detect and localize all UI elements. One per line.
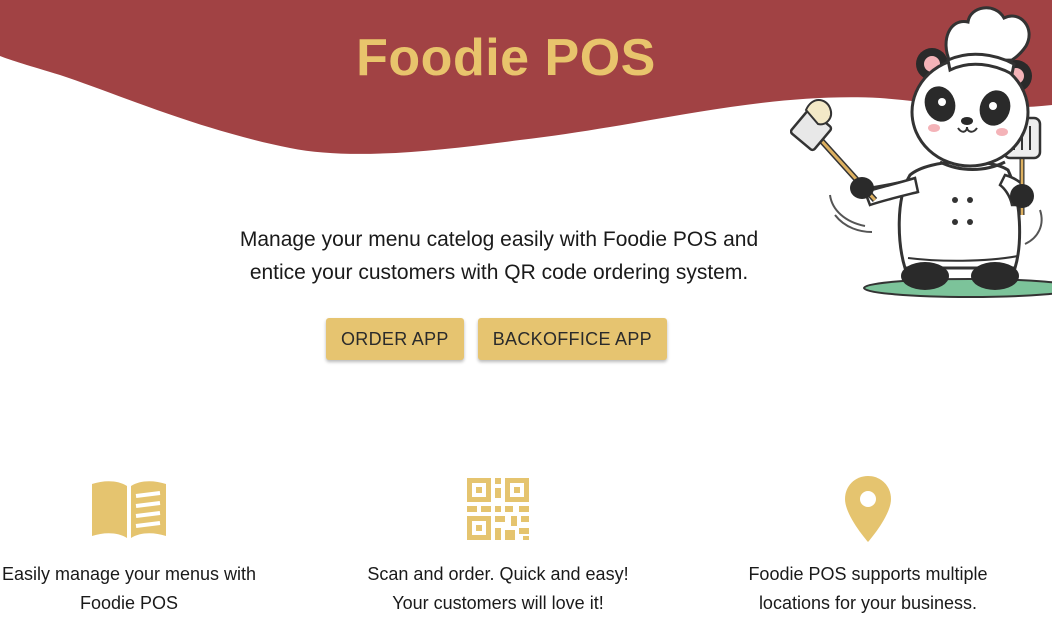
feature-text: Scan and order. Quick and easy! Your cus…	[348, 560, 648, 617]
tagline-line-2: entice your customers with QR code order…	[249, 261, 749, 284]
feature-icon-wrapper	[718, 470, 1018, 548]
landing-page: Foodie POS Manage your menu catelog easi…	[0, 0, 1052, 617]
qr-code-icon	[467, 478, 529, 540]
backoffice-app-button[interactable]: BACKOFFICE APP	[477, 318, 667, 360]
feature-menu-management: Easily manage your menus with Foodie POS	[0, 470, 279, 617]
feature-text: Foodie POS supports multiple locations f…	[718, 560, 1018, 617]
feature-qr-ordering: Scan and order. Quick and easy! Your cus…	[348, 470, 648, 617]
location-pin-icon	[845, 476, 891, 542]
feature-line-2: locations for your business.	[758, 593, 978, 613]
feature-line-2: Your customers will love it!	[392, 593, 604, 613]
tagline: Manage your menu catelog easily with Foo…	[168, 223, 830, 289]
menu-book-icon	[92, 481, 166, 538]
feature-line-1: Foodie POS supports multiple	[748, 564, 988, 584]
feature-line-1: Scan and order. Quick and easy!	[367, 564, 629, 584]
feature-text: Easily manage your menus with Foodie POS	[0, 560, 279, 617]
feature-line-1: Easily manage your menus with	[1, 564, 257, 584]
feature-line-2: Foodie POS	[79, 593, 179, 613]
feature-icon-wrapper	[348, 470, 648, 548]
tagline-line-1: Manage your menu catelog easily with Foo…	[239, 228, 759, 251]
app-buttons: ORDER APP BACKOFFICE APP	[326, 318, 667, 360]
feature-icon-wrapper	[0, 470, 279, 548]
feature-multi-location: Foodie POS supports multiple locations f…	[718, 470, 1018, 617]
order-app-button[interactable]: ORDER APP	[326, 318, 464, 360]
